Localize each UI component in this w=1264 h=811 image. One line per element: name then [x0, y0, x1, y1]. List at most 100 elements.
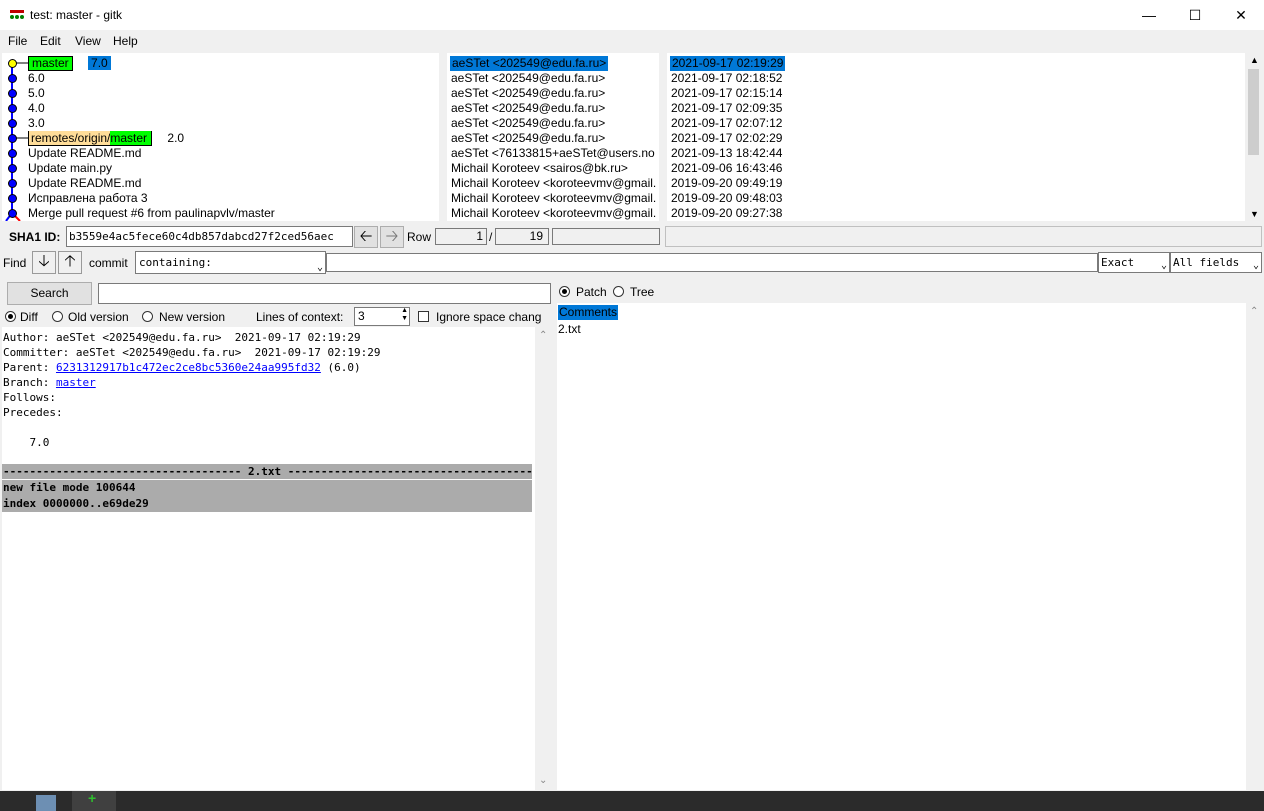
- commit-node[interactable]: [8, 104, 17, 113]
- scroll-down-icon[interactable]: ⌄: [539, 775, 547, 786]
- diff-radio-label[interactable]: Diff: [20, 310, 38, 324]
- commit-message[interactable]: 4.0: [28, 101, 45, 116]
- date-cell[interactable]: 2019-09-20 09:27:38: [671, 206, 782, 221]
- author-cell[interactable]: aeSTet <76133815+aeSTet@users.no: [451, 146, 655, 161]
- commit-node[interactable]: [8, 119, 17, 128]
- file-list-item[interactable]: 2.txt: [558, 322, 581, 337]
- author-cell[interactable]: aeSTet <202549@edu.fa.ru>: [450, 56, 609, 71]
- spinner-arrows-icon[interactable]: ▲ ▼: [401, 307, 408, 323]
- maximize-button[interactable]: ☐: [1172, 0, 1218, 30]
- scroll-up-icon[interactable]: ⌃: [539, 330, 547, 341]
- find-mode-select[interactable]: containing: ⌄: [135, 251, 326, 274]
- commit-node[interactable]: [8, 179, 17, 188]
- date-cell[interactable]: 2021-09-17 02:19:29: [670, 56, 786, 71]
- menu-help[interactable]: Help: [113, 34, 138, 48]
- commit-message[interactable]: Update README.md: [28, 176, 141, 191]
- author-cell[interactable]: Michail Koroteev <koroteevmv@gmail.: [451, 176, 656, 191]
- commit-row[interactable]: master 7.0: [28, 56, 111, 71]
- commit-message[interactable]: Update main.py: [28, 161, 112, 176]
- file-list-scrollbar[interactable]: ⌃: [1246, 303, 1263, 790]
- branch-ref-master[interactable]: master: [28, 56, 73, 71]
- author-cell[interactable]: Michail Koroteev <koroteevmv@gmail.: [451, 206, 656, 221]
- author-cell[interactable]: aeSTet <202549@edu.fa.ru>: [451, 71, 605, 86]
- date-cell[interactable]: 2021-09-06 16:43:46: [671, 161, 782, 176]
- date-cell[interactable]: 2019-09-20 09:49:19: [671, 176, 782, 191]
- find-match-select[interactable]: Exact ⌄: [1098, 252, 1170, 273]
- search-button[interactable]: Search: [7, 282, 92, 305]
- detail-scrollbar[interactable]: ⌃ ⌄: [535, 327, 552, 790]
- sha1-input[interactable]: b3559e4ac5fece60c4db857dabcd27f2ced56aec: [66, 226, 353, 247]
- date-cell[interactable]: 2021-09-17 02:02:29: [671, 131, 782, 146]
- author-cell[interactable]: aeSTet <202549@edu.fa.ru>: [451, 116, 605, 131]
- date-column[interactable]: 2021-09-17 02:19:29 2021-09-17 02:18:52 …: [667, 53, 1245, 221]
- commit-message[interactable]: Update README.md: [28, 146, 141, 161]
- patch-label[interactable]: Patch: [576, 285, 607, 299]
- tree-label[interactable]: Tree: [630, 285, 654, 299]
- find-prev-button[interactable]: 🡡: [58, 251, 82, 274]
- old-version-radio[interactable]: [52, 311, 63, 322]
- commit-node[interactable]: [8, 164, 17, 173]
- date-cell[interactable]: 2021-09-17 02:09:35: [671, 101, 782, 116]
- new-version-label[interactable]: New version: [159, 310, 225, 324]
- commit-row[interactable]: remotes/origin/master 2.0: [28, 131, 184, 146]
- commit-node[interactable]: [8, 74, 17, 83]
- scroll-down-icon[interactable]: ▼: [1250, 209, 1259, 219]
- back-button[interactable]: 🡠: [354, 226, 378, 248]
- author-column[interactable]: aeSTet <202549@edu.fa.ru> aeSTet <202549…: [447, 53, 659, 221]
- commit-graph-pane[interactable]: master 7.0 6.0 5.0 4.0 3.0 remotes/origi…: [2, 53, 439, 221]
- author-cell[interactable]: aeSTet <202549@edu.fa.ru>: [451, 101, 605, 116]
- file-list-pane[interactable]: Comments 2.txt: [557, 303, 1246, 790]
- date-cell[interactable]: 2021-09-17 02:15:14: [671, 86, 782, 101]
- close-button[interactable]: ✕: [1218, 0, 1264, 30]
- remote-ref[interactable]: remotes/origin/master: [28, 131, 153, 146]
- find-next-button[interactable]: 🡣: [32, 251, 56, 274]
- commit-list-scrollbar[interactable]: ▲ ▼: [1245, 53, 1262, 221]
- date-cell[interactable]: 2019-09-20 09:48:03: [671, 191, 782, 206]
- minimize-button[interactable]: —: [1126, 0, 1172, 30]
- date-cell[interactable]: 2021-09-13 18:42:44: [671, 146, 782, 161]
- forward-button[interactable]: 🡢: [380, 226, 404, 248]
- date-cell[interactable]: 2021-09-17 02:07:12: [671, 116, 782, 131]
- commit-message[interactable]: 3.0: [28, 116, 45, 131]
- commit-message[interactable]: 5.0: [28, 86, 45, 101]
- commit-node[interactable]: [8, 209, 17, 218]
- old-version-label[interactable]: Old version: [68, 310, 129, 324]
- commit-message[interactable]: Merge pull request #6 from paulinapvlv/m…: [28, 206, 275, 221]
- taskbar-gitk-button[interactable]: +: [72, 790, 116, 811]
- scroll-up-icon[interactable]: ⌃: [1250, 306, 1258, 317]
- find-fields-select[interactable]: All fields ⌄: [1170, 252, 1262, 273]
- scrollbar-thumb[interactable]: [1248, 69, 1259, 155]
- menu-file[interactable]: File: [8, 34, 27, 48]
- tag-ref[interactable]: 7.0: [88, 56, 111, 70]
- author-cell[interactable]: Michail Koroteev <sairos@bk.ru>: [451, 161, 628, 176]
- taskbar-app-icon[interactable]: [36, 795, 56, 811]
- commit-node[interactable]: [8, 89, 17, 98]
- tree-radio[interactable]: [613, 286, 624, 297]
- ignore-space-checkbox[interactable]: [418, 311, 429, 322]
- find-input[interactable]: [326, 253, 1098, 272]
- author-cell[interactable]: aeSTet <202549@edu.fa.ru>: [451, 86, 605, 101]
- author-cell[interactable]: Michail Koroteev <koroteevmv@gmail.: [451, 191, 656, 206]
- date-cell[interactable]: 2021-09-17 02:18:52: [671, 71, 782, 86]
- commit-node-head[interactable]: [8, 59, 17, 68]
- menu-edit[interactable]: Edit: [40, 34, 61, 48]
- new-version-radio[interactable]: [142, 311, 153, 322]
- commit-node[interactable]: [8, 194, 17, 203]
- diff-radio[interactable]: [5, 311, 16, 322]
- commit-message[interactable]: Исправлена работа 3: [28, 191, 148, 206]
- branch-link[interactable]: master: [56, 376, 96, 389]
- commit-message[interactable]: 6.0: [28, 71, 45, 86]
- scroll-up-icon[interactable]: ▲: [1250, 55, 1259, 65]
- file-list-item[interactable]: Comments: [558, 305, 619, 320]
- parent-hash-link[interactable]: 6231312917b1c472ec2ce8bc5360e24aa995fd32: [56, 361, 321, 374]
- commit-detail-pane[interactable]: Author: aeSTet <202549@edu.fa.ru> 2021-0…: [2, 327, 535, 790]
- ignore-space-label[interactable]: Ignore space chang: [436, 310, 544, 324]
- menu-view[interactable]: View: [75, 34, 101, 48]
- patch-radio[interactable]: [559, 286, 570, 297]
- commit-node[interactable]: [8, 149, 17, 158]
- context-spinbox[interactable]: 3 ▲ ▼: [354, 307, 410, 326]
- search-input[interactable]: [98, 283, 551, 304]
- commit-node[interactable]: [8, 134, 17, 143]
- author-cell[interactable]: aeSTet <202549@edu.fa.ru>: [451, 131, 605, 146]
- commit-message[interactable]: 2.0: [167, 131, 184, 145]
